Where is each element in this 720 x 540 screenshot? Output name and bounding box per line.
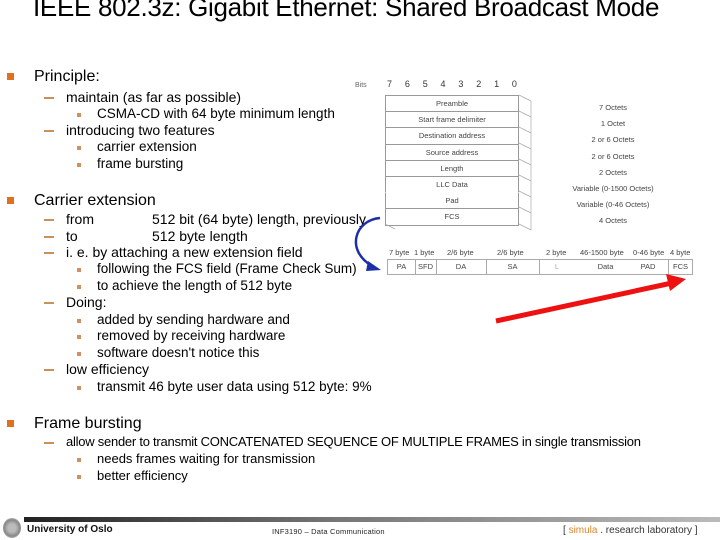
simula-name: simula — [568, 525, 598, 536]
university-seal-icon — [3, 518, 21, 538]
simula-rest: . research laboratory ] — [597, 525, 698, 536]
curved-arrow-icon — [354, 216, 381, 268]
university-name: University of Oslo — [27, 524, 113, 535]
perspective-lines — [384, 94, 532, 231]
course-name: INF3190 – Data Communication — [272, 527, 385, 536]
footer-bar — [24, 517, 720, 522]
simula-logo: [ simula . research laboratory ] — [563, 525, 698, 536]
red-arrow-icon — [495, 280, 673, 324]
curved-arrow-head-icon — [366, 261, 381, 271]
red-arrow-head-icon — [666, 274, 686, 291]
diagram-overlay — [354, 94, 686, 324]
